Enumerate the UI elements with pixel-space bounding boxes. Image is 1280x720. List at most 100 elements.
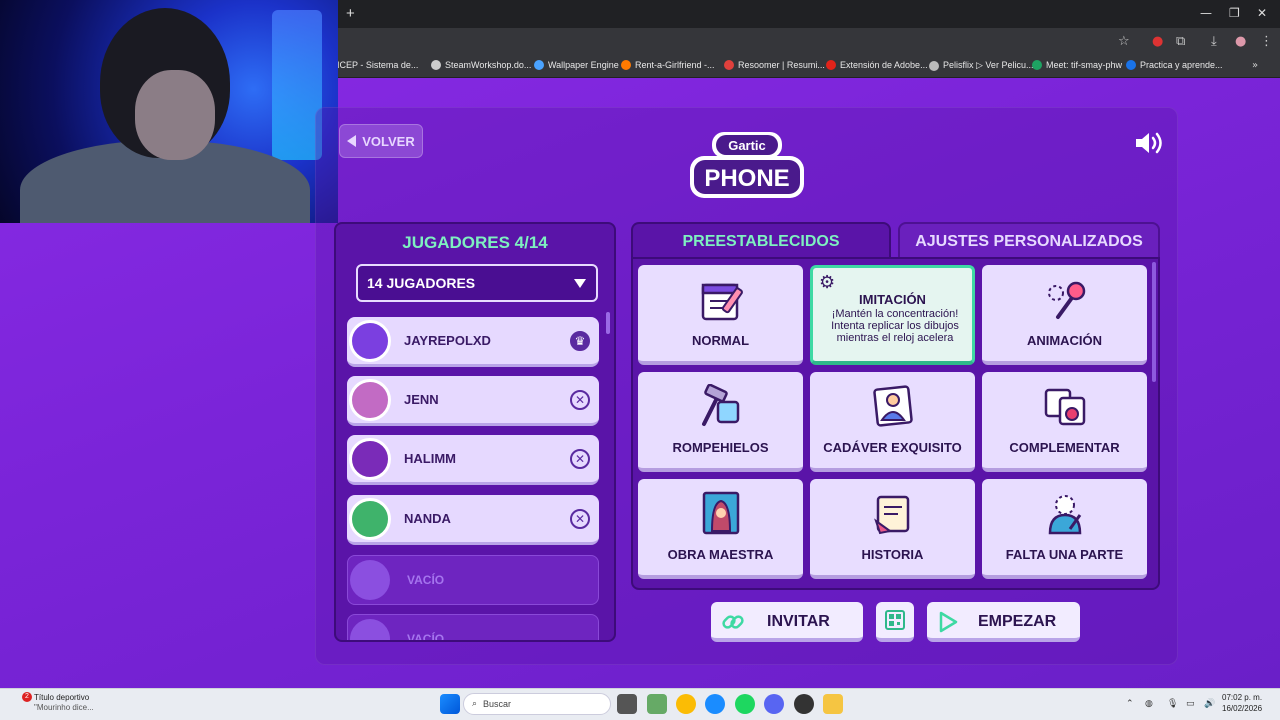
gear-icon[interactable]: ⚙ xyxy=(819,272,835,293)
menu-icon[interactable]: ⋮ xyxy=(1260,34,1273,49)
mode-rompehielos[interactable]: ROMPEHIELOS xyxy=(638,372,803,472)
restore-icon[interactable]: ❐ xyxy=(1229,6,1240,20)
empty-slot: VACÍO xyxy=(347,614,599,640)
kick-player-icon[interactable]: ✕ xyxy=(570,390,590,410)
tab-custom-settings[interactable]: AJUSTES PERSONALIZADOS xyxy=(898,222,1160,260)
player-name: NANDA xyxy=(404,511,451,526)
bookmark-item[interactable]: Pelisflix ▷ Ver Pelicu... xyxy=(929,60,1033,71)
gartic-phone-logo: Gartic PHONE xyxy=(690,132,804,198)
spotify-icon[interactable] xyxy=(735,694,755,714)
qr-code-icon xyxy=(885,610,905,630)
players-count-select[interactable]: 14 JUGADORES xyxy=(356,264,598,302)
clock-time: 07:02 p. m. xyxy=(1222,693,1263,702)
speaker-icon[interactable] xyxy=(1134,130,1164,156)
player-name: JENN xyxy=(404,392,439,407)
player-avatar xyxy=(349,498,391,540)
discord-icon[interactable] xyxy=(764,694,784,714)
notification-badge: 2 xyxy=(22,692,32,702)
bookmark-item[interactable]: Rent-a-Girlfriend -... xyxy=(621,60,715,70)
mode-animacion[interactable]: ANIMACIÓN xyxy=(982,265,1147,365)
players-scrollbar[interactable] xyxy=(606,312,610,334)
tray-app-icon[interactable]: ◍ xyxy=(1145,699,1153,709)
mode-description: ¡Mantén la concentración! Intenta replic… xyxy=(831,308,959,344)
mode-label: ROMPEHIELOS xyxy=(672,440,769,455)
meet-icon xyxy=(1032,60,1042,70)
chrome-icon[interactable] xyxy=(676,694,696,714)
steam-icon xyxy=(431,60,441,70)
wallpaper-engine-icon xyxy=(534,60,544,70)
minimize-icon[interactable]: — xyxy=(1200,6,1212,20)
clock-date: 16/02/2026 xyxy=(1222,704,1263,713)
link-icon xyxy=(722,615,744,629)
invite-button[interactable]: INVITAR xyxy=(711,602,863,642)
news-widget[interactable]: 2 Título deportivo "Mourinho dice... xyxy=(14,692,124,713)
players-title: JUGADORES 4/14 xyxy=(402,233,548,252)
download-icon[interactable]: ⤓ xyxy=(1211,34,1217,49)
bookmarks-overflow-icon[interactable]: » xyxy=(1252,60,1258,71)
back-button[interactable]: VOLVER xyxy=(339,124,423,158)
bookmark-item[interactable]: SICEP - Sistema de... xyxy=(331,60,418,70)
obs-icon[interactable] xyxy=(794,694,814,714)
empty-avatar xyxy=(350,560,390,600)
mode-complementar[interactable]: COMPLEMENTAR xyxy=(982,372,1147,472)
empty-avatar xyxy=(350,619,390,640)
empty-slot-label: VACÍO xyxy=(407,573,445,587)
person-card-icon xyxy=(873,385,913,427)
windows-start-icon[interactable] xyxy=(440,694,460,714)
mode-label: HISTORIA xyxy=(861,547,924,562)
mode-normal[interactable]: NORMAL xyxy=(638,265,803,365)
network-icon[interactable]: ▭ xyxy=(1186,699,1195,709)
mode-imitacion[interactable]: ⚙ IMITACIÓN ¡Mantén la concentración! In… xyxy=(810,265,975,365)
qr-code-button[interactable] xyxy=(876,602,914,642)
extension-icon[interactable]: ● xyxy=(1152,34,1163,49)
start-button[interactable]: EMPEZAR xyxy=(927,602,1080,642)
mode-obra-maestra[interactable]: OBRA MAESTRA xyxy=(638,479,803,579)
new-tab-button[interactable]: + xyxy=(346,5,355,22)
edge-icon[interactable] xyxy=(705,694,725,714)
players-count-value: 14 JUGADORES xyxy=(367,275,476,291)
mode-label: CADÁVER EXQUISITO xyxy=(823,440,962,455)
profile-avatar[interactable]: ● xyxy=(1235,34,1246,49)
modes-grid: NORMAL ⚙ IMITACIÓN ¡Mantén la concentrac… xyxy=(631,257,1160,590)
mode-historia[interactable]: HISTORIA xyxy=(810,479,975,579)
star-icon[interactable]: ☆ xyxy=(1118,34,1130,49)
tab-presets[interactable]: PREESTABLECIDOS xyxy=(631,222,891,260)
volume-icon[interactable]: 🔊 xyxy=(1204,699,1215,709)
mode-falta-una-parte[interactable]: FALTA UNA PARTE xyxy=(982,479,1147,579)
players-panel: JUGADORES 4/14 14 JUGADORES JAYREPOLXD ♛… xyxy=(334,222,616,642)
player-name: HALIMM xyxy=(404,451,456,466)
widgets-icon[interactable] xyxy=(647,694,667,714)
bookmark-item[interactable]: Practica y aprende... xyxy=(1126,60,1223,70)
bookmark-item[interactable]: Extensión de Adobe... xyxy=(826,60,928,70)
player-avatar xyxy=(349,438,391,480)
crunchyroll-icon xyxy=(621,60,631,70)
mode-label: COMPLEMENTAR xyxy=(1009,440,1120,455)
invite-button-label: INVITAR xyxy=(767,613,830,630)
microphone-icon[interactable]: 🎙 xyxy=(1167,699,1178,709)
mode-label: OBRA MAESTRA xyxy=(667,547,774,562)
info-icon xyxy=(1126,60,1136,70)
play-icon xyxy=(939,611,958,633)
puzzle-icon xyxy=(1044,388,1086,426)
mode-cadaver-exquisito[interactable]: CADÁVER EXQUISITO xyxy=(810,372,975,472)
modes-scrollbar[interactable] xyxy=(1152,262,1156,382)
puzzle-extensions-icon[interactable]: ⧉ xyxy=(1176,34,1185,49)
search-icon: ⌕ xyxy=(472,699,478,709)
mode-label: FALTA UNA PARTE xyxy=(1005,547,1124,562)
kick-player-icon[interactable]: ✕ xyxy=(570,509,590,529)
pin-icon xyxy=(1048,281,1086,319)
bookmark-item[interactable]: Resoomer | Resumi... xyxy=(724,60,825,70)
bookmark-item[interactable]: SteamWorkshop.do... xyxy=(431,60,531,70)
news-subtitle: "Mourinho dice... xyxy=(34,703,94,712)
bookmark-item[interactable]: Wallpaper Engine xyxy=(534,60,619,70)
player-card: JENN ✕ xyxy=(347,376,599,426)
kick-player-icon[interactable]: ✕ xyxy=(570,449,590,469)
tray-overflow-icon[interactable]: ⌃ xyxy=(1126,699,1134,709)
file-explorer-icon[interactable] xyxy=(823,694,843,714)
close-icon[interactable]: ✕ xyxy=(1257,6,1267,20)
taskbar-search[interactable]: ⌕ Buscar xyxy=(463,693,611,715)
task-view-icon[interactable] xyxy=(617,694,637,714)
bookmark-item[interactable]: Meet: tif-smay-phw xyxy=(1032,60,1122,70)
system-clock[interactable]: 07:02 p. m. 16/02/2026 xyxy=(1222,692,1262,714)
mode-label: IMITACIÓN xyxy=(859,292,926,307)
